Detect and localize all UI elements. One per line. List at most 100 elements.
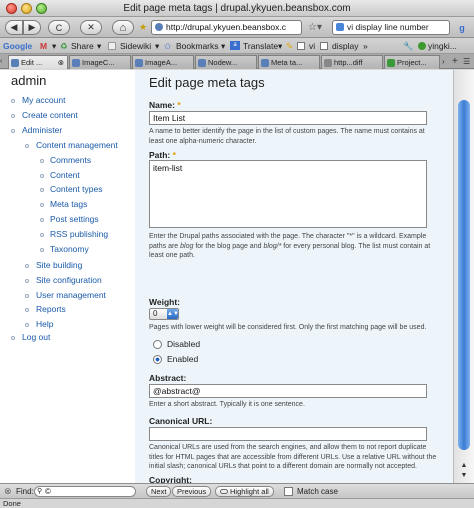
sidebar-item-content-management[interactable]: Content management	[36, 140, 118, 150]
vi-icon	[297, 42, 305, 50]
required-marker: *	[172, 150, 176, 160]
disabled-radio[interactable]	[153, 340, 162, 349]
tab-favicon-icon	[72, 59, 80, 67]
sidebar-item-log-out[interactable]: Log out	[22, 332, 50, 342]
sidebar-item-comments[interactable]: Comments	[50, 155, 91, 165]
sidebar-item-create-content[interactable]: Create content	[22, 110, 78, 120]
bookmarks-toolbar: Google M ▾ ♻ Share ▾ Sidewiki ▾ ✩ Bookma…	[0, 38, 474, 54]
search-input[interactable]: vi display line number	[332, 20, 450, 35]
google-g-icon[interactable]: g	[454, 20, 470, 35]
tab-scroll-left-icon[interactable]: ‹	[0, 55, 8, 69]
home-button[interactable]: ⌂	[112, 20, 134, 35]
enabled-radio-label: Enabled	[167, 354, 199, 364]
sidebar-item-help[interactable]: Help	[36, 319, 53, 329]
bullet-icon	[25, 323, 29, 327]
sidebar-item-content[interactable]: Content	[50, 170, 80, 180]
close-tab-icon[interactable]: ⊗	[58, 56, 64, 69]
sidebar-item-meta-tags[interactable]: Meta tags	[50, 199, 87, 209]
close-find-icon[interactable]: ⊗	[4, 484, 12, 499]
vi-search-button[interactable]: vi	[309, 38, 315, 54]
sidebar-item-user-management[interactable]: User management	[36, 290, 106, 300]
name-description: A name to better identify the page in th…	[149, 128, 425, 145]
sidebar-item-site-building[interactable]: Site building	[36, 260, 82, 270]
tab-nodewords[interactable]: Nodew...	[195, 55, 257, 69]
bullet-icon	[40, 174, 44, 178]
find-input[interactable]: ⚲ ©	[34, 486, 136, 497]
bullet-icon	[11, 114, 15, 118]
bookmark-star-icon[interactable]: ★	[138, 20, 148, 35]
list-tabs-icon[interactable]: ☰	[463, 55, 473, 68]
tab-imagec[interactable]: ImageC...	[69, 55, 131, 69]
vertical-scrollbar[interactable]: ▲ ▼	[453, 70, 474, 483]
zoom-window-icon[interactable]	[36, 3, 47, 14]
tab-favicon-icon	[135, 59, 143, 67]
find-bar: ⊗ Find: ⚲ © Next Previous Highlight all …	[0, 483, 474, 498]
bullet-icon	[11, 99, 15, 103]
bullet-icon	[40, 248, 44, 252]
find-next-button[interactable]: Next	[146, 486, 172, 497]
tab-http-diff[interactable]: http...diff	[321, 55, 383, 69]
scrollbar-thumb[interactable]	[458, 100, 470, 450]
translate-button[interactable]: Translate	[243, 38, 278, 54]
bullet-icon	[25, 144, 29, 148]
url-input[interactable]: http://drupal.ykyuen.beansbox.c	[151, 20, 302, 35]
canonical-url-field[interactable]	[149, 427, 427, 441]
tab-imagea[interactable]: ImageA...	[132, 55, 194, 69]
tab-meta-tags[interactable]: Meta ta...	[258, 55, 320, 69]
find-previous-button[interactable]: Previous	[172, 486, 212, 497]
reload-button[interactable]: C	[48, 20, 70, 35]
home-icon: ⌂	[119, 21, 127, 34]
tools-icon[interactable]: 🔧	[403, 38, 414, 54]
minimize-window-icon[interactable]	[21, 3, 32, 14]
sidebar-item-administer[interactable]: Administer	[22, 125, 62, 135]
scroll-up-icon[interactable]: ▲	[457, 462, 471, 472]
sidebar-item-content-types[interactable]: Content types	[50, 184, 102, 194]
sidewiki-button[interactable]: Sidewiki	[120, 38, 151, 54]
path-textarea[interactable]: item-list	[149, 160, 427, 228]
weight-select[interactable]: 0 ▲▼	[149, 308, 179, 320]
back-button[interactable]: ◀	[5, 20, 23, 35]
tab-project[interactable]: Project...	[384, 55, 440, 69]
sidebar-item-reports[interactable]: Reports	[36, 304, 66, 314]
scroll-down-icon[interactable]: ▼	[457, 472, 471, 482]
highlight-toggle-icon	[220, 489, 228, 494]
highlight-all-button[interactable]: Highlight all	[215, 486, 274, 497]
reload-icon: C	[55, 22, 63, 33]
match-case-checkbox[interactable]	[284, 487, 293, 496]
url-text: http://drupal.ykyuen.beansbox.c	[166, 22, 287, 32]
main-form-area: Edit page meta tags Name: * A name to be…	[135, 70, 453, 483]
display-search-button[interactable]: display	[332, 38, 358, 54]
close-window-icon[interactable]	[6, 3, 17, 14]
status-text: Done	[3, 499, 21, 508]
enabled-radio[interactable]	[153, 355, 162, 364]
bullet-icon	[40, 203, 44, 207]
path-description: Enter the Drupal paths associated with t…	[149, 233, 431, 259]
gmail-icon[interactable]: M	[40, 38, 47, 54]
abstract-label: Abstract:	[149, 373, 187, 383]
sidebar-item-site-configuration[interactable]: Site configuration	[36, 275, 102, 285]
bullet-icon	[40, 233, 44, 237]
url-dropdown-icon[interactable]: ☆▾	[304, 20, 326, 35]
tab-favicon-icon	[387, 59, 395, 67]
new-tab-icon[interactable]: +	[452, 55, 462, 68]
abstract-field[interactable]	[149, 384, 427, 398]
tab-edit-meta-tags[interactable]: Edit ... ⊗	[8, 55, 68, 69]
google-logo[interactable]: Google	[3, 38, 32, 54]
more-bookmarks-button[interactable]: »	[363, 38, 368, 54]
name-field[interactable]	[149, 111, 427, 125]
sidebar-item-post-settings[interactable]: Post settings	[50, 214, 99, 224]
bullet-icon	[40, 159, 44, 163]
sidebar-item-taxonomy[interactable]: Taxonomy	[50, 244, 89, 254]
tab-scroll-right-icon[interactable]: ›	[442, 55, 452, 68]
forward-button[interactable]: ▶	[23, 20, 41, 35]
sidebar-item-my-account[interactable]: My account	[22, 95, 65, 105]
bullet-icon	[40, 188, 44, 192]
stop-button[interactable]: ✕	[80, 20, 102, 35]
match-case-label: Match case	[297, 487, 338, 496]
bookmarks-button[interactable]: Bookmarks	[176, 38, 219, 54]
share-button[interactable]: Share	[71, 38, 94, 54]
sidebar-item-rss-publishing[interactable]: RSS publishing	[50, 229, 108, 239]
user-account-button[interactable]: yingki...	[428, 38, 457, 54]
path-label: Path: *	[149, 150, 176, 160]
sidebar: admin My account Create content Administ…	[0, 70, 135, 483]
